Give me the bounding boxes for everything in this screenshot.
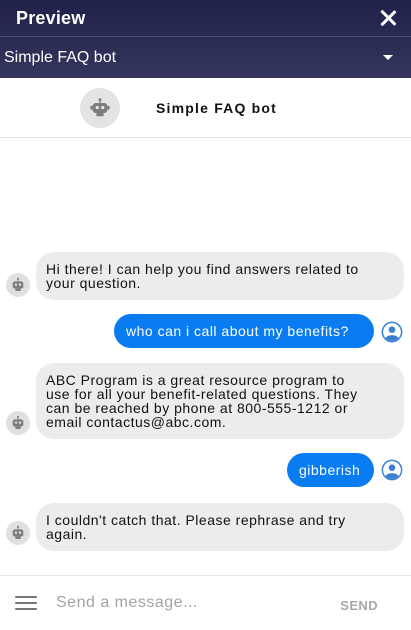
chat-preview-window: Preview Simple FAQ bot Simple FAQ bot Hi… (0, 0, 411, 630)
message-bubble: gibberish (287, 453, 374, 487)
message-line: your question. (46, 275, 141, 291)
user-message: who can i call about my benefits? (0, 314, 411, 350)
title-row: Preview (0, 0, 411, 36)
bot-message: ABC Program is a great resource program … (0, 363, 411, 439)
bot-avatar (6, 273, 30, 297)
chat-header: Simple FAQ bot (0, 78, 411, 138)
message-line: who can i call about my benefits? (126, 323, 349, 339)
preview-header: Preview Simple FAQ bot (0, 0, 411, 78)
message-list: Hi there! I can help you find answers re… (0, 139, 411, 575)
bot-selector-value: Simple FAQ bot (4, 48, 117, 66)
robot-icon (12, 525, 24, 539)
user-icon (381, 321, 403, 343)
message-bubble: I couldn't catch that. Please rephrase a… (36, 503, 404, 551)
send-button[interactable]: SEND (340, 598, 378, 613)
robot-icon (12, 277, 24, 291)
robot-icon (12, 415, 24, 429)
message-line: again. (46, 526, 88, 542)
bot-avatar (6, 521, 30, 545)
message-composer: SEND (0, 575, 411, 630)
robot-icon (90, 97, 110, 116)
user-icon (381, 459, 403, 481)
message-bubble: who can i call about my benefits? (114, 314, 374, 348)
message-bubble: ABC Program is a great resource program … (36, 363, 404, 439)
message-input[interactable] (56, 594, 306, 612)
window-title: Preview (16, 7, 86, 28)
chat-bot-name: Simple FAQ bot (156, 99, 278, 116)
bot-avatar (6, 411, 30, 435)
bot-message: Hi there! I can help you find answers re… (0, 252, 411, 300)
message-line: I couldn't catch that. Please rephrase a… (46, 512, 346, 528)
bot-message: I couldn't catch that. Please rephrase a… (0, 503, 411, 551)
message-line: can be reached by phone at 800-555-1212 … (46, 400, 348, 416)
menu-icon[interactable] (15, 595, 37, 611)
bot-selector-dropdown[interactable]: Simple FAQ bot (0, 37, 411, 78)
message-line: ABC Program is a great resource program … (46, 372, 345, 388)
user-message: gibberish (0, 453, 411, 487)
message-line: email contactus@abc.com. (46, 414, 227, 430)
message-bubble: Hi there! I can help you find answers re… (36, 252, 404, 300)
message-line: gibberish (299, 462, 361, 478)
bot-avatar (80, 87, 120, 128)
message-line: Hi there! I can help you find answers re… (46, 261, 359, 277)
message-line: use for all your benefit-related questio… (46, 386, 358, 402)
close-icon[interactable] (377, 7, 399, 29)
chevron-down-icon (383, 55, 393, 60)
